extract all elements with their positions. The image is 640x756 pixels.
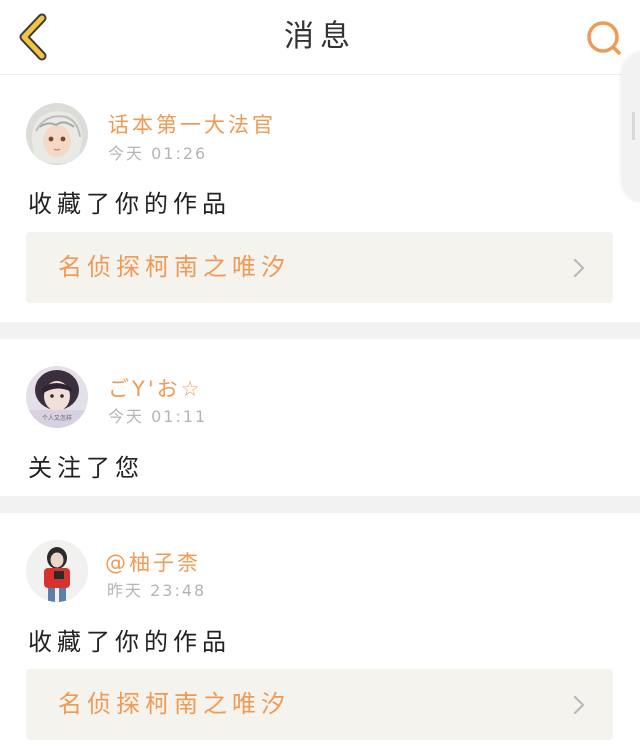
back-button[interactable] — [12, 12, 56, 62]
messages-page: 消息 话本第一大法官 今天 01:26 收藏了你的作品 名侦探柯南之唯汐 个人又… — [0, 0, 640, 756]
timestamp: 今天 01:26 — [108, 144, 208, 163]
message-item[interactable]: @柚子柰 昨天 23:48 收藏了你的作品 名侦探柯南之唯汐 — [0, 513, 640, 756]
avatar[interactable] — [26, 540, 88, 602]
avatar[interactable]: 个人又怎样 — [26, 366, 88, 428]
avatar-image — [26, 540, 88, 602]
username[interactable]: 话本第一大法官 — [108, 109, 276, 139]
work-title: 名侦探柯南之唯汐 — [58, 253, 290, 281]
divider — [0, 322, 640, 339]
username[interactable]: ごY'お☆ — [108, 373, 202, 403]
username[interactable]: @柚子柰 — [105, 547, 201, 577]
work-link[interactable]: 名侦探柯南之唯汐 — [26, 232, 613, 303]
action-text: 关注了您 — [28, 454, 144, 482]
avatar-image: 个人又怎样 — [26, 366, 88, 428]
chevron-right-icon — [573, 695, 585, 715]
avatar-caption: 个人又怎样 — [42, 414, 72, 422]
message-item[interactable]: 话本第一大法官 今天 01:26 收藏了你的作品 名侦探柯南之唯汐 — [0, 75, 640, 322]
divider — [0, 496, 640, 513]
scroll-handle-grip — [632, 112, 635, 140]
message-item[interactable]: 个人又怎样 ごY'お☆ 今天 01:11 关注了您 — [0, 339, 640, 496]
chevron-left-icon — [19, 13, 47, 61]
action-text: 收藏了你的作品 — [28, 190, 231, 218]
avatar-image — [26, 103, 88, 165]
work-title: 名侦探柯南之唯汐 — [58, 690, 290, 718]
scroll-handle[interactable] — [622, 52, 640, 202]
timestamp: 今天 01:11 — [108, 407, 208, 426]
search-button[interactable] — [582, 18, 626, 58]
top-bar: 消息 — [0, 0, 640, 75]
action-text: 收藏了你的作品 — [28, 628, 231, 656]
search-icon — [587, 21, 621, 55]
timestamp: 昨天 23:48 — [107, 581, 207, 600]
page-title: 消息 — [284, 19, 356, 54]
work-link[interactable]: 名侦探柯南之唯汐 — [26, 669, 613, 740]
avatar[interactable] — [26, 103, 88, 165]
chevron-right-icon — [573, 258, 585, 278]
